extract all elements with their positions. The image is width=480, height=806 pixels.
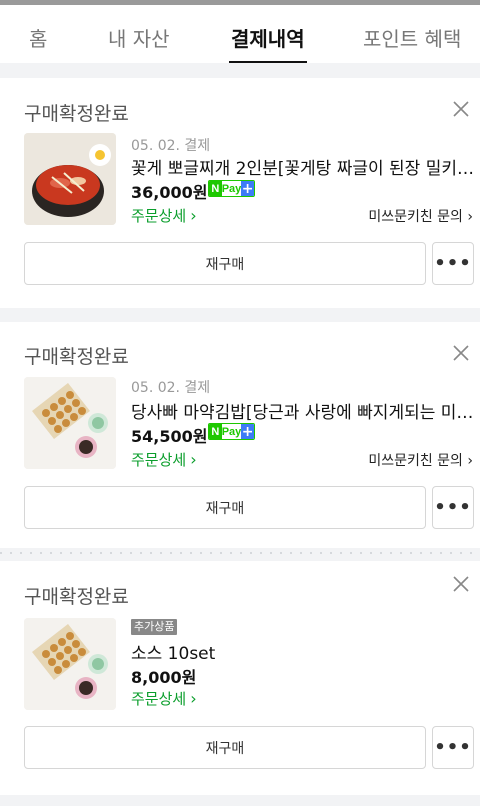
order-card: 구매확정완료 추가상품 소스 10set 8,000원 주문상세 › 재구매 ••… <box>0 561 480 795</box>
order-detail-link[interactable]: 주문상세 › <box>131 688 197 709</box>
stew-thumbnail[interactable] <box>24 133 116 225</box>
product-title[interactable]: 당사빠 마약김밥[당근과 사랑에 빠지게되는 미쓰문 마약김밥] <box>131 398 474 423</box>
product-price: 36,000원 <box>131 183 208 202</box>
chevron-right-icon: › <box>190 206 197 225</box>
tab-point-benefits[interactable]: 포인트 혜택 <box>363 23 461 52</box>
product-title[interactable]: 꽃게 뽀글찌개 2인분[꽃게탕 짜글이 된장 밀키트 캠핑요리] <box>131 154 474 179</box>
order-status: 구매확정완료 <box>24 103 129 125</box>
order-card: 구매확정완료 05. 02. 결제 꽃게 뽀글찌개 2인분[꽃게탕 짜글이 된장… <box>0 78 480 308</box>
seller-inquiry-link[interactable]: 미쓰문키친 문의 › <box>368 450 473 470</box>
chevron-right-icon: › <box>190 450 197 469</box>
tab-home[interactable]: 홈 <box>29 23 47 52</box>
tab-payment-history[interactable]: 결제내역 <box>231 23 305 52</box>
close-icon[interactable] <box>449 97 473 121</box>
more-button[interactable]: ••• <box>432 242 474 285</box>
tab-bar: 홈 내 자산 결제내역 포인트 혜택 <box>0 5 480 63</box>
chevron-right-icon: › <box>467 453 473 469</box>
chevron-right-icon: › <box>467 209 473 225</box>
more-button[interactable]: ••• <box>432 486 474 529</box>
tab-my-assets[interactable]: 내 자산 <box>108 23 170 52</box>
close-icon[interactable] <box>449 341 473 365</box>
gimbap-thumbnail[interactable] <box>24 618 116 710</box>
order-date: 05. 02. 결제 <box>131 380 211 396</box>
more-button[interactable]: ••• <box>432 726 474 769</box>
chevron-right-icon: › <box>190 689 197 708</box>
reorder-button[interactable]: 재구매 <box>24 726 426 769</box>
active-tab-indicator <box>229 61 307 63</box>
product-price: 54,500원 <box>131 427 208 446</box>
order-status: 구매확정완료 <box>24 346 129 368</box>
npay-badge: N Pay + <box>208 180 255 197</box>
gimbap-icon <box>24 377 116 469</box>
order-detail-link[interactable]: 주문상세 › <box>131 449 197 470</box>
order-detail-link[interactable]: 주문상세 › <box>131 205 197 226</box>
reorder-button[interactable]: 재구매 <box>24 486 426 529</box>
gimbap-icon <box>24 618 116 710</box>
order-status: 구매확정완료 <box>24 586 129 608</box>
gimbap-thumbnail[interactable] <box>24 377 116 469</box>
npay-badge: N Pay + <box>208 423 255 440</box>
product-price: 8,000원 <box>131 668 197 687</box>
order-card: 구매확정완료 05. 02. 결제 당사빠 마약김밥[당근과 사랑에 빠지게되는… <box>0 322 480 548</box>
product-title[interactable]: 소스 10set <box>131 639 474 664</box>
order-date: 05. 02. 결제 <box>131 138 211 154</box>
reorder-button[interactable]: 재구매 <box>24 242 426 285</box>
section-divider <box>0 552 480 554</box>
stew-icon <box>24 133 116 225</box>
seller-inquiry-link[interactable]: 미쓰문키친 문의 › <box>368 206 473 226</box>
additional-item-badge: 추가상품 <box>131 619 178 635</box>
close-icon[interactable] <box>449 572 473 596</box>
